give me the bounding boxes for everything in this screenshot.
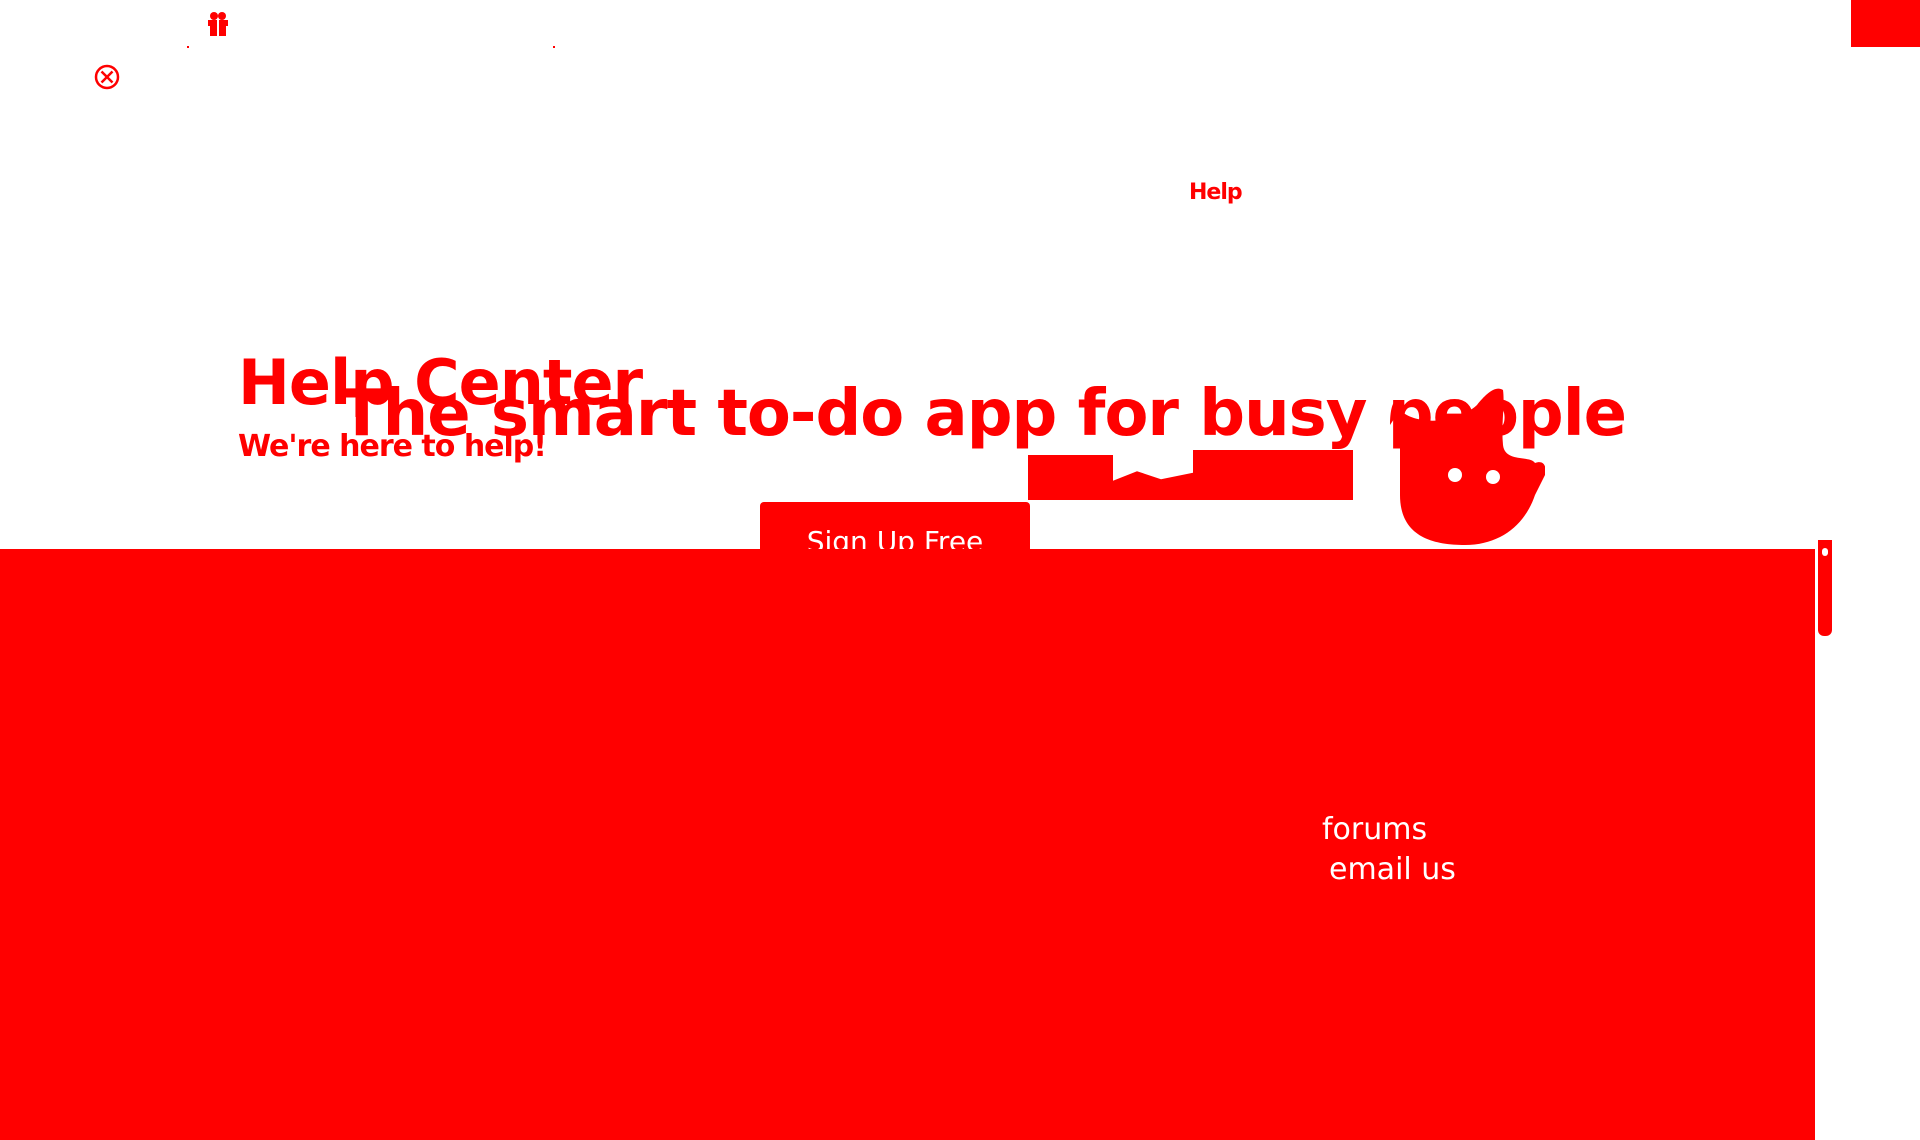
- scrollbar-thumb[interactable]: [1822, 548, 1828, 556]
- close-icon[interactable]: [93, 63, 121, 91]
- nav-help-link[interactable]: Help: [1189, 180, 1243, 205]
- decorative-dot: [187, 46, 189, 48]
- top-right-corner-block[interactable]: [1851, 0, 1920, 47]
- hero-tab-block: [1028, 455, 1113, 500]
- gift-icon: [205, 11, 231, 37]
- decorative-dot: [553, 46, 555, 48]
- scrollbar[interactable]: [1815, 540, 1835, 636]
- main-content-panel: [0, 549, 1815, 1140]
- email-us-link[interactable]: email us: [1329, 852, 1456, 887]
- hero-tab-block: [1193, 450, 1353, 500]
- forums-link[interactable]: forums: [1322, 812, 1427, 847]
- cow-mascot-icon: [1385, 385, 1545, 560]
- hero-tab-block: [1113, 471, 1193, 500]
